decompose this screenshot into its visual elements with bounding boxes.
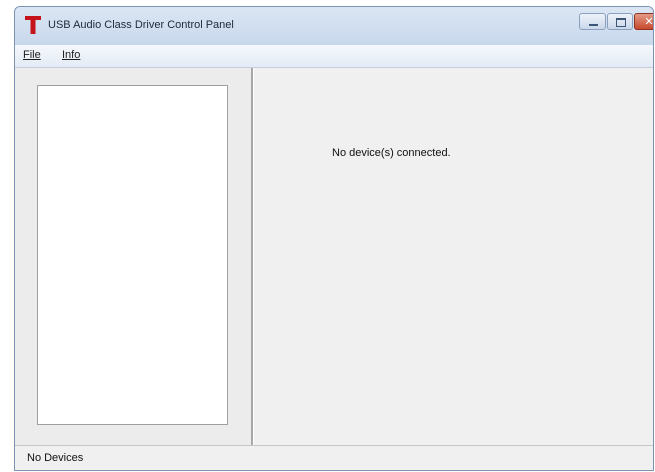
menu-info[interactable]: Info	[62, 49, 80, 61]
app-window: USB Audio Class Driver Control Panel ✕ F…	[14, 6, 654, 471]
menu-file[interactable]: File	[23, 49, 41, 61]
right-pane: No device(s) connected.	[254, 68, 653, 446]
window-title: USB Audio Class Driver Control Panel	[48, 19, 234, 31]
minimize-icon	[589, 24, 598, 26]
minimize-button[interactable]	[579, 13, 606, 30]
t-logo-icon	[24, 15, 42, 35]
device-list[interactable]	[37, 85, 228, 425]
close-icon: ✕	[644, 15, 654, 28]
client-area: No device(s) connected.	[15, 68, 653, 446]
close-button[interactable]: ✕	[634, 13, 654, 30]
maximize-button[interactable]	[607, 13, 633, 30]
no-device-message: No device(s) connected.	[332, 147, 451, 159]
status-text: No Devices	[27, 452, 84, 464]
status-bar: No Devices	[15, 445, 653, 470]
menu-bar: File Info	[15, 45, 653, 68]
left-pane	[15, 68, 253, 446]
title-bar[interactable]: USB Audio Class Driver Control Panel ✕	[15, 7, 653, 45]
maximize-icon	[616, 18, 626, 27]
